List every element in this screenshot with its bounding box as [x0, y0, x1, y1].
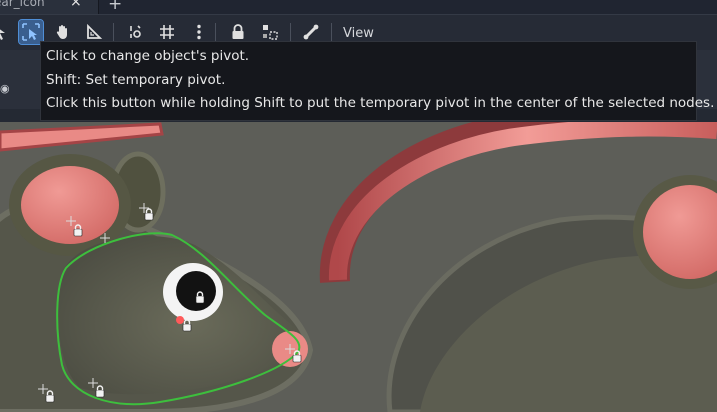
- scene-canvas: [0, 122, 717, 412]
- scene-tab[interactable]: ear_icon ×: [0, 0, 99, 14]
- smart-snap-icon: [130, 25, 141, 38]
- mouse-eye-pupil: [176, 271, 216, 311]
- select-tool-icon: [0, 29, 5, 40]
- skeleton-bone-icon: [303, 24, 319, 40]
- pivot-marker: [176, 316, 184, 324]
- toolbar-separator: [331, 23, 332, 43]
- canvas-viewport[interactable]: [0, 122, 717, 412]
- toolbar-separator: [215, 23, 216, 43]
- tooltip-line-1: Click to change object's pivot.: [46, 48, 250, 64]
- more-options-icon: [197, 24, 201, 40]
- ruler-tool-icon: [87, 23, 103, 39]
- toolbar-separator: [290, 23, 291, 43]
- scene-tab-label: ear_icon: [0, 0, 45, 9]
- front-ear: [9, 154, 131, 256]
- tooltip-line-2: Shift: Set temporary pivot.: [46, 71, 226, 88]
- change-pivot-tool-icon: [22, 23, 40, 41]
- right-ear: [633, 175, 717, 289]
- toolbar-separator: [113, 23, 114, 43]
- scene-tab-bar: ear_icon × +: [0, 0, 717, 14]
- close-icon[interactable]: ×: [70, 0, 82, 10]
- view-menu[interactable]: View: [343, 26, 374, 41]
- pivot-tooltip: Click to change object's pivot. Shift: S…: [40, 41, 715, 121]
- grid-snap-icon: [160, 25, 174, 39]
- select-tool-button[interactable]: [0, 20, 12, 44]
- lock-icon: [232, 24, 244, 39]
- tooltip-line-3: Click this button while holding Shift to…: [46, 95, 715, 111]
- group-icon: [263, 25, 278, 40]
- pin-icon[interactable]: ◉: [0, 82, 10, 95]
- pan-tool-icon: [56, 25, 67, 40]
- add-tab-icon[interactable]: +: [108, 0, 122, 14]
